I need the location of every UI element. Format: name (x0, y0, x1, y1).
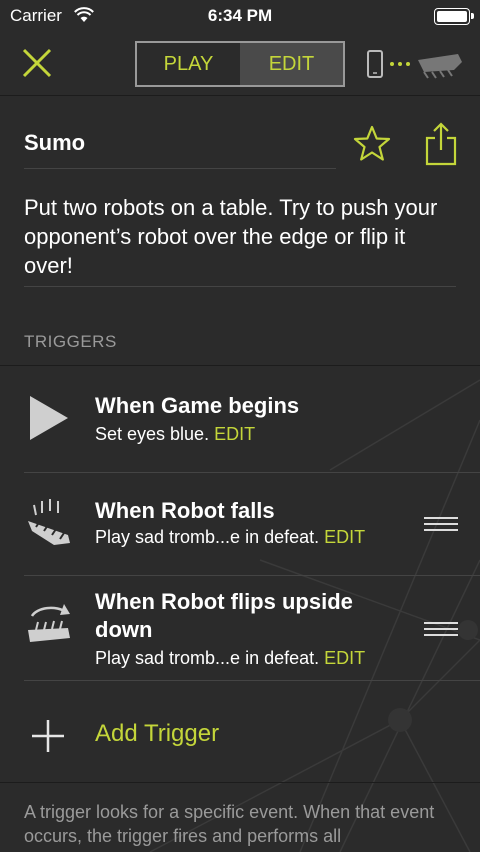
robot-flips-icon (28, 604, 70, 642)
program-description[interactable]: Put two robots on a table. Try to push y… (24, 193, 460, 280)
robot-falls-icon (28, 499, 70, 545)
add-trigger-label: Add Trigger (95, 720, 220, 747)
edit-link[interactable]: EDIT (324, 648, 365, 668)
trigger-subtitle: Set eyes blue. EDIT (95, 424, 255, 445)
trigger-subtitle: Play sad tromb...e in defeat. EDIT (95, 527, 365, 548)
battery-icon (434, 8, 474, 25)
status-bar: Carrier 6:34 PM (0, 0, 480, 32)
help-text: A trigger looks for a specific event. Wh… (24, 802, 435, 846)
edit-link[interactable]: EDIT (214, 424, 255, 444)
trigger-action-text: Set eyes blue. (95, 424, 210, 444)
trigger-action-text: Play sad tromb...e in defeat. (95, 527, 320, 547)
share-icon[interactable] (424, 122, 458, 166)
tab-edit[interactable]: EDIT (240, 43, 343, 85)
edit-link[interactable]: EDIT (324, 527, 365, 547)
play-icon (30, 396, 68, 440)
program-title: Sumo (24, 130, 86, 155)
clock: 6:34 PM (207, 6, 273, 25)
tab-play[interactable]: PLAY (137, 43, 240, 85)
phone-robot-connect-icon[interactable] (366, 48, 466, 82)
trigger-row-robot-falls[interactable]: When Robot falls Play sad tromb...e in d… (0, 473, 480, 575)
trigger-row-game-begins[interactable]: When Game begins Set eyes blue. EDIT (0, 366, 480, 472)
trigger-subtitle: Play sad tromb...e in defeat. EDIT (95, 648, 365, 669)
triggers-header: TRIGGERS (24, 332, 117, 351)
trigger-action-text: Play sad tromb...e in defeat. (95, 648, 320, 668)
trigger-title: When Robot falls (95, 498, 275, 523)
mode-switch: PLAY EDIT (135, 41, 345, 87)
drag-handle-icon[interactable] (424, 517, 458, 531)
add-trigger-button[interactable]: Add Trigger (0, 704, 480, 764)
drag-handle-icon[interactable] (424, 622, 458, 636)
trigger-row-robot-flips[interactable]: When Robot flips upside down Play sad tr… (0, 576, 480, 680)
plus-icon (32, 720, 64, 752)
program-title-field[interactable]: Sumo (24, 130, 336, 156)
nav-bar: PLAY EDIT (0, 32, 480, 96)
star-icon[interactable] (352, 124, 392, 164)
trigger-title: When Game begins (95, 393, 300, 418)
divider (24, 168, 336, 169)
divider (24, 286, 456, 287)
divider (0, 782, 480, 783)
divider (24, 680, 480, 681)
close-icon[interactable] (20, 46, 54, 80)
trigger-title: When Robot flips upside down (95, 589, 353, 642)
